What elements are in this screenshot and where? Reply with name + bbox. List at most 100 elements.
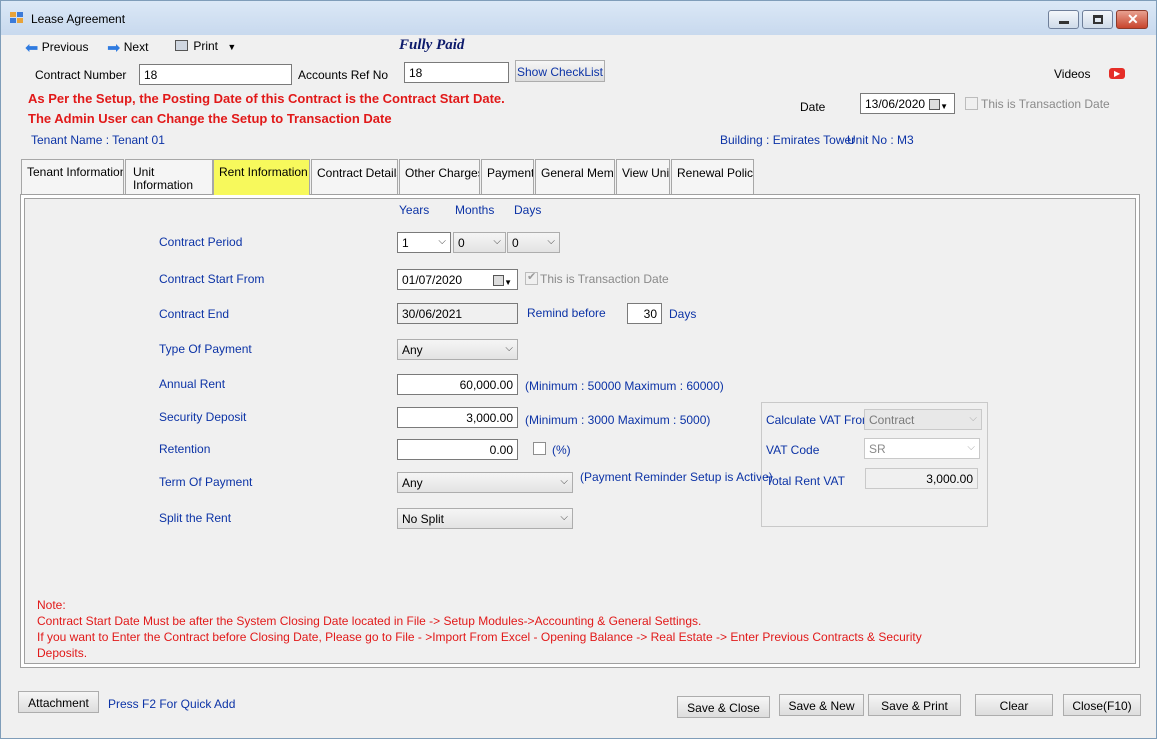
type-of-payment-label: Type Of Payment (159, 342, 252, 356)
close-button[interactable]: Close(F10) (1063, 694, 1141, 716)
contract-number-label: Contract Number (35, 68, 127, 82)
contract-start-label: Contract Start From (159, 272, 265, 286)
contract-end-label: Contract End (159, 307, 230, 321)
contract-end-field: 30/06/2021 (397, 303, 518, 324)
app-icon (10, 12, 24, 24)
save-print-button[interactable]: Save & Print (868, 694, 961, 716)
days-header: Days (514, 203, 542, 217)
date-value: 13/06/2020 (865, 97, 926, 111)
calculate-vat-label: Calculate VAT From (766, 413, 873, 427)
accounts-ref-label: Accounts Ref No (298, 68, 389, 82)
retention-label: Retention (159, 442, 211, 456)
contract-start-date-picker[interactable]: 01/07/2020 ▼ (397, 269, 518, 290)
period-days-select[interactable]: 0 ⌵ (507, 232, 560, 253)
chevron-down-icon: ⌵ (969, 413, 977, 424)
show-checklist-button[interactable]: Show CheckList (515, 60, 605, 82)
period-years-select[interactable]: 1 ⌵ (397, 232, 451, 253)
save-close-button[interactable]: Save & Close (677, 696, 770, 718)
retention-field[interactable]: 0.00 (397, 439, 518, 460)
next-button[interactable]: ➡ Next (107, 38, 148, 58)
note-line3: Deposits. (37, 646, 88, 660)
tab-general-memo[interactable]: General Memo (535, 159, 615, 195)
tenant-name: Tenant Name : Tenant 01 (31, 133, 165, 147)
term-of-payment-select[interactable]: Any ⌵ (397, 472, 573, 493)
payment-reminder-hint: (Payment Reminder Setup is Active) (580, 470, 773, 484)
calculate-vat-value: Contract (869, 413, 915, 427)
retention-percent-checkbox[interactable] (533, 442, 546, 455)
period-years-value: 1 (402, 236, 409, 250)
date-picker[interactable]: 13/06/2020 ▼ (860, 93, 955, 114)
close-window-button[interactable]: ✕ (1116, 10, 1148, 29)
type-of-payment-value: Any (402, 343, 423, 357)
chevron-down-icon: ⌵ (493, 236, 501, 247)
split-rent-value: No Split (402, 512, 445, 526)
start-transaction-date-label: This is Transaction Date (540, 272, 669, 286)
remind-days-field[interactable]: 30 (627, 303, 662, 324)
vat-code-value: SR (869, 442, 886, 456)
tab-rent-information[interactable]: Rent Information (213, 159, 310, 195)
date-label: Date (800, 100, 826, 114)
print-button[interactable]: Print ▼ (175, 39, 236, 53)
tab-unit-information[interactable]: Unit Information (125, 159, 213, 195)
months-header: Months (455, 203, 495, 217)
header-transaction-date-checkbox[interactable] (965, 97, 978, 110)
checkmark-icon: ✔ (527, 271, 537, 283)
chevron-down-icon: ⌵ (967, 442, 975, 453)
lease-agreement-window: Lease Agreement ✕ ⬅ Previous ➡ Next Prin… (0, 0, 1157, 739)
maximize-button[interactable] (1082, 10, 1113, 29)
tab-contract-details[interactable]: Contract Details (311, 159, 398, 195)
split-rent-select[interactable]: No Split ⌵ (397, 508, 573, 529)
total-rent-vat-field: 3,000.00 (865, 468, 978, 489)
chevron-down-icon: ⌵ (560, 476, 568, 487)
chevron-down-icon: ⌵ (505, 343, 513, 354)
note-line2: If you want to Enter the Contract before… (37, 630, 922, 644)
tab-other-charges[interactable]: Other Charges (399, 159, 480, 195)
tab-payment[interactable]: Payment (481, 159, 534, 195)
retention-percent-label: (%) (552, 443, 571, 457)
term-of-payment-value: Any (402, 476, 423, 490)
contract-start-date-value: 01/07/2020 (402, 273, 463, 287)
contract-number-field[interactable]: 18 (139, 64, 292, 85)
tab-view-unit[interactable]: View Unit (616, 159, 670, 195)
arrow-right-icon: ➡ (107, 40, 121, 57)
start-transaction-date-checkbox[interactable]: ✔ (525, 271, 538, 285)
building-name: Building : Emirates Tower (720, 133, 856, 147)
minimize-icon (1059, 21, 1069, 24)
years-header: Years (399, 203, 430, 217)
period-days-value: 0 (512, 236, 519, 250)
annual-rent-field[interactable]: 60,000.00 (397, 374, 518, 395)
payment-status: Fully Paid (399, 37, 465, 53)
save-new-button[interactable]: Save & New (779, 694, 864, 716)
clear-button[interactable]: Clear (975, 694, 1053, 716)
annual-rent-label: Annual Rent (159, 377, 226, 391)
security-deposit-hint: (Minimum : 3000 Maximum : 5000) (525, 413, 711, 427)
note-title: Note: (37, 598, 66, 612)
tab-renewal-policy[interactable]: Renewal Policy (671, 159, 754, 195)
posting-warning-line2: The Admin User can Change the Setup to T… (28, 111, 392, 126)
unit-number: Unit No : M3 (847, 133, 914, 147)
dropdown-arrow-icon: ▼ (227, 42, 237, 52)
previous-button[interactable]: ⬅ Previous (25, 38, 88, 58)
note-line1: Contract Start Date Must be after the Sy… (37, 614, 702, 628)
annual-rent-hint: (Minimum : 50000 Maximum : 60000) (525, 379, 724, 393)
type-of-payment-select[interactable]: Any ⌵ (397, 339, 518, 360)
term-of-payment-label: Term Of Payment (159, 475, 253, 489)
chevron-down-icon: ⌵ (438, 236, 446, 247)
quick-add-hint: Press F2 For Quick Add (108, 697, 236, 711)
calculate-vat-select: Contract ⌵ (864, 409, 982, 430)
period-months-select[interactable]: 0 ⌵ (453, 232, 506, 253)
chevron-down-icon: ⌵ (547, 236, 555, 247)
next-label: Next (123, 40, 149, 54)
previous-label: Previous (41, 40, 89, 54)
vat-code-label: VAT Code (766, 443, 820, 457)
accounts-ref-field[interactable]: 18 (404, 62, 509, 83)
header-transaction-date-label: This is Transaction Date (981, 97, 1110, 111)
security-deposit-field[interactable]: 3,000.00 (397, 407, 518, 428)
tab-tenant-information[interactable]: Tenant Information (21, 159, 124, 195)
minimize-button[interactable] (1048, 10, 1079, 29)
arrow-left-icon: ⬅ (25, 40, 39, 57)
youtube-icon[interactable]: ▶ (1109, 68, 1125, 79)
calendar-icon: ▼ (929, 98, 948, 112)
remind-days-label: Days (669, 307, 697, 321)
attachment-button[interactable]: Attachment (18, 691, 99, 713)
